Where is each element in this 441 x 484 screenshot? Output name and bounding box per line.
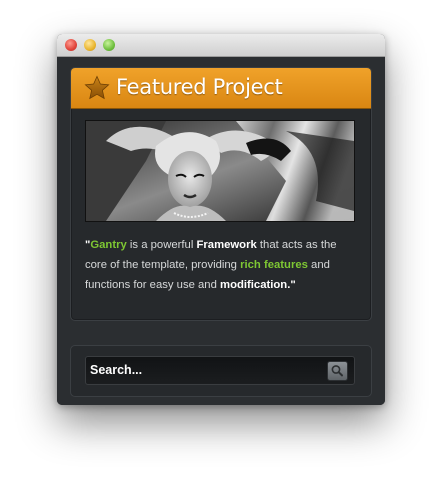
minimize-window-button[interactable] xyxy=(84,39,96,51)
panel-title: Featured Project xyxy=(116,75,283,99)
modification-text: modification xyxy=(220,279,288,291)
brand-link[interactable]: Gantry xyxy=(90,239,126,251)
framework-text: Framework xyxy=(196,239,257,251)
title-bar xyxy=(57,34,385,57)
featured-project-panel: Featured Project "Gantry is a powerful F… xyxy=(70,67,372,321)
search-button[interactable] xyxy=(327,361,348,381)
search-box xyxy=(85,356,355,385)
search-panel xyxy=(70,345,372,397)
app-window: Featured Project "Gantry is a powerful F… xyxy=(57,34,385,405)
maximize-window-button[interactable] xyxy=(103,39,115,51)
close-window-button[interactable] xyxy=(65,39,77,51)
star-icon xyxy=(84,75,110,100)
window-content: Featured Project "Gantry is a powerful F… xyxy=(57,57,385,405)
featured-project-header: Featured Project xyxy=(71,68,371,109)
quote-close: ." xyxy=(287,279,296,291)
magnifier-icon xyxy=(331,365,343,377)
description-part-1: is a powerful xyxy=(126,239,197,251)
project-image xyxy=(85,120,355,222)
rich-features-link[interactable]: rich features xyxy=(240,259,308,271)
search-input[interactable] xyxy=(90,360,318,380)
project-description: "Gantry is a powerful Framework that act… xyxy=(85,235,357,295)
